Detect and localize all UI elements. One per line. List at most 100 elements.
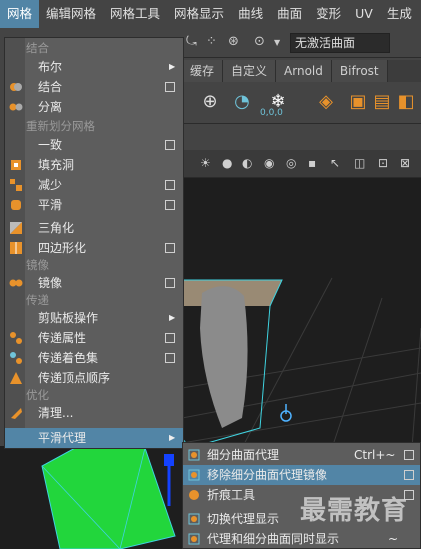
move-y-handle[interactable]: [164, 454, 174, 466]
triangulate-icon: [9, 221, 23, 235]
light-icon[interactable]: ☀: [200, 156, 211, 170]
pivot-icon[interactable]: ◔: [228, 88, 256, 116]
both-display-label: 代理和细分曲面同时显示: [207, 532, 340, 546]
viewport-scene: [182, 277, 421, 448]
layer-icon[interactable]: ◈: [312, 88, 340, 116]
menu-curves[interactable]: 曲线: [231, 0, 270, 28]
toggle-proxy-label: 切换代理显示: [207, 512, 280, 526]
smooth-icon: [9, 198, 23, 212]
viewport-toolbar: ☀ ● ◐ ◉ ◎ ▪ ↖ ◫ ⊡ ⊠: [182, 150, 421, 178]
snap-curve-icon[interactable]: ⤿: [186, 34, 197, 49]
snap-point-icon[interactable]: ⁘: [206, 34, 217, 49]
main-menubar: 网格 编辑网格 网格工具 网格显示 曲线 曲面 变形 UV 生成: [0, 0, 421, 28]
lower-scene: [41, 447, 176, 549]
menu-deform[interactable]: 变形: [309, 0, 348, 28]
menu-item-separate[interactable]: 分离: [5, 97, 183, 117]
fill-hole-icon: [9, 158, 23, 172]
menu-item-conform[interactable]: 一致: [5, 135, 183, 155]
transfer-attributes-icon: [9, 331, 23, 345]
menu-item-boolean[interactable]: 布尔 ▶: [5, 57, 183, 77]
section-optimize: 优化: [26, 388, 49, 402]
submenu-item-subdiv-proxy[interactable]: 细分曲面代理 Ctrl+~: [183, 445, 420, 465]
transfer-attributes-label: 传递属性: [38, 331, 87, 345]
snap-surface-icon[interactable]: ⊛: [228, 34, 239, 49]
reduce-label: 减少: [38, 178, 63, 192]
transfer-vertex-icon: [9, 371, 23, 385]
tab-cache[interactable]: 缓存: [182, 60, 224, 82]
viewport-perspective[interactable]: [182, 178, 421, 448]
option-box[interactable]: [404, 470, 414, 480]
option-box[interactable]: [165, 333, 175, 343]
tab-custom[interactable]: 自定义: [223, 60, 277, 82]
menu-generate[interactable]: 生成: [380, 0, 419, 28]
grid-toggle-icon[interactable]: ⊡: [378, 156, 388, 170]
no-active-surface-field[interactable]: 无激活曲面: [290, 33, 390, 53]
maximize-icon[interactable]: ⊠: [400, 156, 410, 170]
watermark-text: 最需教育: [300, 496, 409, 526]
section-remesh: 重新划分网格: [26, 119, 95, 133]
combine-icon: [9, 80, 23, 94]
clipboard-label: 剪贴板操作: [38, 311, 99, 325]
proxy-mesh[interactable]: [200, 286, 248, 428]
xray-icon[interactable]: ◫: [354, 156, 365, 170]
green-mesh[interactable]: [42, 448, 175, 549]
dropdown-arrow-icon[interactable]: ▼: [274, 38, 280, 47]
option-box[interactable]: [165, 180, 175, 190]
option-box[interactable]: [165, 140, 175, 150]
boolean-label: 布尔: [38, 60, 63, 74]
menu-item-cleanup[interactable]: 清理...: [5, 403, 183, 423]
menu-item-smooth-proxy[interactable]: 平滑代理 ▶: [5, 428, 183, 448]
mesh-menu: 结合 布尔 ▶ 结合 分离 重新划分网格 一致 填充洞 减少 平滑 三角化 四边…: [4, 37, 184, 449]
menu-item-reduce[interactable]: 减少: [5, 175, 183, 195]
snap-live-icon[interactable]: ⊙: [254, 34, 265, 49]
shade-icon[interactable]: ●: [222, 156, 232, 170]
both-display-icon: [187, 532, 201, 546]
select-icon[interactable]: ↖: [330, 156, 340, 170]
submenu-item-remove-mirror[interactable]: 移除细分曲面代理镜像: [183, 465, 420, 485]
option-box[interactable]: [165, 278, 175, 288]
option-box[interactable]: [165, 82, 175, 92]
maya-window: 网格 编辑网格 网格工具 网格显示 曲线 曲面 变形 UV 生成 ⤿ ⁘ ⊛ ⊙…: [0, 0, 421, 549]
option-box[interactable]: [404, 450, 414, 460]
submenu-arrow-icon: ▶: [169, 313, 176, 322]
fill-hole-label: 填充洞: [38, 158, 75, 172]
transfer-shading-label: 传递着色集: [38, 351, 99, 365]
option-box[interactable]: [165, 243, 175, 253]
quadrangulate-icon: [9, 241, 23, 255]
menu-mesh-display[interactable]: 网格显示: [167, 0, 231, 28]
menu-surfaces[interactable]: 曲面: [270, 0, 309, 28]
freeze-label: 0,0,0: [260, 108, 283, 118]
menu-item-transfer-attributes[interactable]: 传递属性: [5, 328, 183, 348]
menu-item-transfer-shading-sets[interactable]: 传递着色集: [5, 348, 183, 368]
shadow-icon[interactable]: ◐: [242, 156, 252, 170]
menu-item-fill-hole[interactable]: 填充洞: [5, 155, 183, 175]
isolate-icon[interactable]: ▪: [308, 156, 316, 170]
menu-item-combine[interactable]: 结合: [5, 77, 183, 97]
viewport-lower[interactable]: [0, 446, 190, 549]
menu-item-clipboard[interactable]: 剪贴板操作 ▶: [5, 308, 183, 328]
submenu-arrow-icon: ▶: [169, 433, 176, 442]
target-weld-icon[interactable]: ⊕: [196, 88, 224, 116]
menu-uv[interactable]: UV: [348, 0, 380, 28]
submenu-item-both-display[interactable]: 代理和细分曲面同时显示 ~: [183, 529, 420, 549]
shelf: ⊕ ◔ ❄ 0,0,0 ◈ ▣ ▤ ◧: [182, 82, 421, 124]
menu-mesh[interactable]: 网格: [0, 0, 40, 28]
shelf-tabs: 缓存 自定义 Arnold Bifrost: [182, 60, 421, 82]
option-box[interactable]: [165, 353, 175, 363]
menu-edit-mesh[interactable]: 编辑网格: [39, 0, 103, 28]
menu-item-triangulate[interactable]: 三角化: [5, 218, 183, 238]
cleanup-icon: [9, 406, 23, 420]
menu-mesh-tools[interactable]: 网格工具: [103, 0, 167, 28]
transfer-shading-icon: [9, 351, 23, 365]
cube-combine-icon[interactable]: ◧: [392, 88, 420, 116]
crease-tool-icon: [187, 488, 201, 502]
aa-icon[interactable]: ◎: [286, 156, 296, 170]
tab-arnold[interactable]: Arnold: [276, 60, 332, 82]
tab-bifrost[interactable]: Bifrost: [331, 60, 388, 82]
section-mirror: 镜像: [26, 258, 49, 272]
ao-icon[interactable]: ◉: [264, 156, 274, 170]
crease-tool-label: 折痕工具: [207, 488, 256, 502]
option-box[interactable]: [165, 200, 175, 210]
mirror-icon: [9, 276, 23, 290]
menu-item-smooth[interactable]: 平滑: [5, 195, 183, 215]
